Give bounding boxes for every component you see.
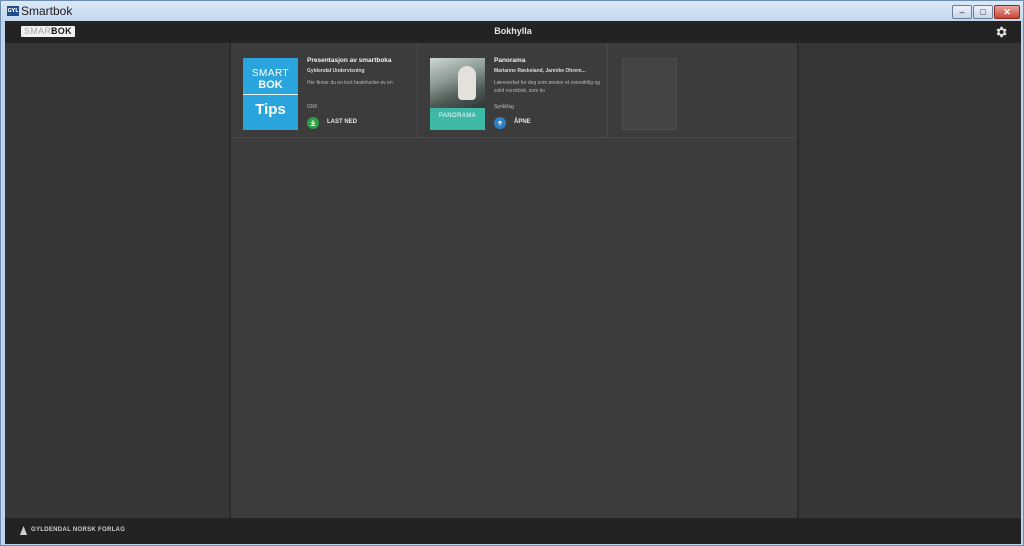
right-panel — [797, 43, 1021, 518]
book-subject: GNF — [307, 104, 318, 110]
cover-line-bok: BOK — [258, 79, 283, 91]
open-arrow-icon — [497, 120, 503, 126]
cover-line-tips: Tips — [255, 101, 286, 118]
minimize-icon: – — [959, 7, 965, 17]
cover-person — [458, 66, 476, 100]
book-card-panorama[interactable]: PANORAMA Panorama Marianne Røskeland, Ja… — [418, 43, 608, 137]
gyldendal-logo-icon — [19, 526, 28, 535]
book-description: Læreverket for deg som ønsker et oversik… — [494, 80, 600, 94]
app-window: GYL Smartbok – □ ✕ SMART BOK Bokhylla SM… — [0, 0, 1024, 546]
gear-icon[interactable] — [994, 25, 1008, 39]
minimize-button[interactable]: – — [952, 5, 972, 19]
window-title: Smartbok — [21, 4, 73, 18]
publisher-name: GYLDENDAL NORSK FORLAG — [31, 527, 126, 533]
bookshelf: SMART BOK Tips Presentasjon av smartboka… — [5, 43, 1021, 518]
book-description: Her finner du en kort beskrivelse av en — [307, 80, 393, 86]
cover-band-text: PANORAMA — [438, 113, 477, 119]
book-author: Gyldendal Undervisning — [307, 68, 365, 74]
download-icon — [310, 120, 316, 126]
maximize-icon: □ — [980, 7, 986, 17]
app-icon: GYL — [7, 6, 19, 16]
app-client: SMART BOK Bokhylla SMART BOK Tips Presen… — [5, 21, 1021, 544]
download-label[interactable]: LAST NED — [327, 119, 357, 125]
close-icon: ✕ — [1003, 7, 1011, 17]
book-subject: Språkfag — [494, 104, 515, 110]
cover-band: PANORAMA — [430, 108, 485, 130]
left-panel — [5, 43, 231, 518]
app-header: SMART BOK Bokhylla — [5, 21, 1021, 43]
open-label[interactable]: ÅPNE — [514, 119, 531, 125]
empty-book-slot — [608, 43, 797, 137]
book-row: SMART BOK Tips Presentasjon av smartboka… — [231, 43, 797, 138]
download-button[interactable] — [307, 117, 319, 129]
open-button[interactable] — [494, 117, 506, 129]
book-info: Presentasjon av smartboka Gyldendal Unde… — [307, 57, 413, 87]
book-cover-tips[interactable]: SMART BOK Tips — [243, 58, 298, 130]
book-title: Presentasjon av smartboka — [307, 57, 392, 64]
book-cover-panorama[interactable]: PANORAMA — [430, 58, 485, 130]
book-card-smartbok-tips[interactable]: SMART BOK Tips Presentasjon av smartboka… — [231, 43, 418, 137]
maximize-button[interactable]: □ — [973, 5, 993, 19]
book-info: Panorama Marianne Røskeland, Jannike Ohr… — [494, 57, 600, 95]
cover-divider — [243, 94, 298, 95]
close-button[interactable]: ✕ — [994, 5, 1020, 19]
book-author: Marianne Røskeland, Jannike Ohrem... — [494, 68, 586, 74]
empty-cover-placeholder — [622, 58, 677, 130]
page-title: Bokhylla — [494, 26, 532, 36]
book-title: Panorama — [494, 57, 526, 64]
cover-line-smart: SMART — [251, 68, 290, 79]
title-bar: GYL Smartbok – □ ✕ — [1, 1, 1023, 21]
app-footer: GYLDENDAL NORSK FORLAG — [5, 518, 1021, 544]
